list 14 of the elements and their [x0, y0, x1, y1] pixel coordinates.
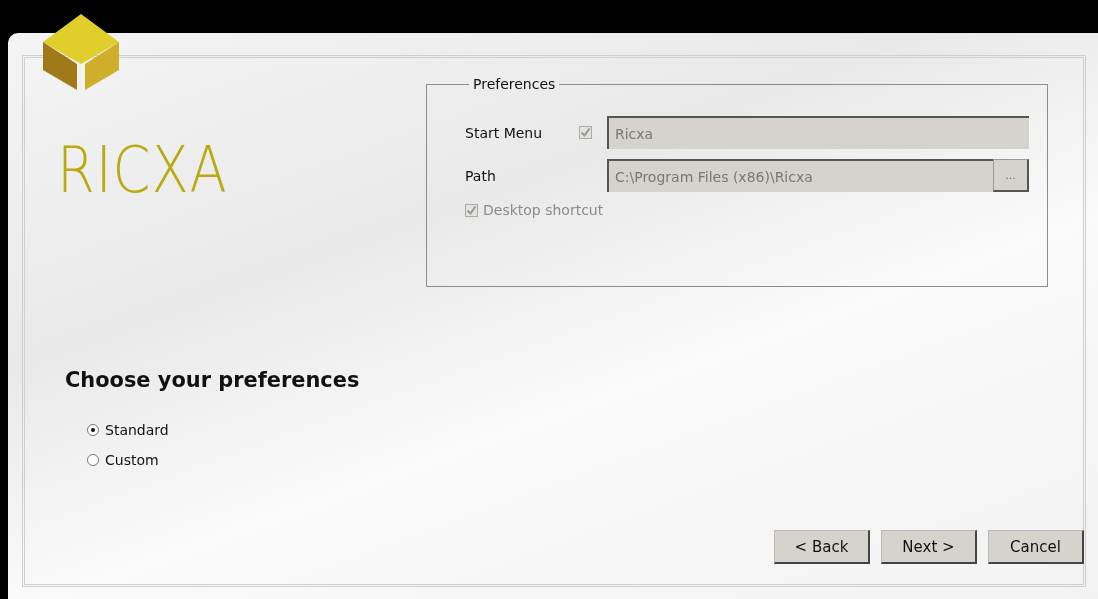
field-label: Start Menu — [465, 124, 544, 141]
brand-logo-text: RICXA — [57, 138, 229, 202]
group-title: Preferences — [472, 76, 557, 92]
wizard-button[interactable]: Cancel — [988, 530, 1084, 564]
wizard-button[interactable]: Next > — [881, 530, 977, 564]
checkbox-label: Desktop shortcut — [483, 202, 604, 218]
field-label: Path — [465, 167, 497, 184]
wizard-button[interactable]: < Back — [774, 530, 870, 564]
page-heading: Choose your preferences — [65, 367, 361, 392]
radio-label: Standard — [105, 422, 169, 438]
cube-logo-icon — [41, 12, 121, 92]
radio-button[interactable] — [87, 424, 99, 436]
radio-label: Custom — [105, 452, 159, 468]
radio-button[interactable] — [87, 454, 99, 466]
